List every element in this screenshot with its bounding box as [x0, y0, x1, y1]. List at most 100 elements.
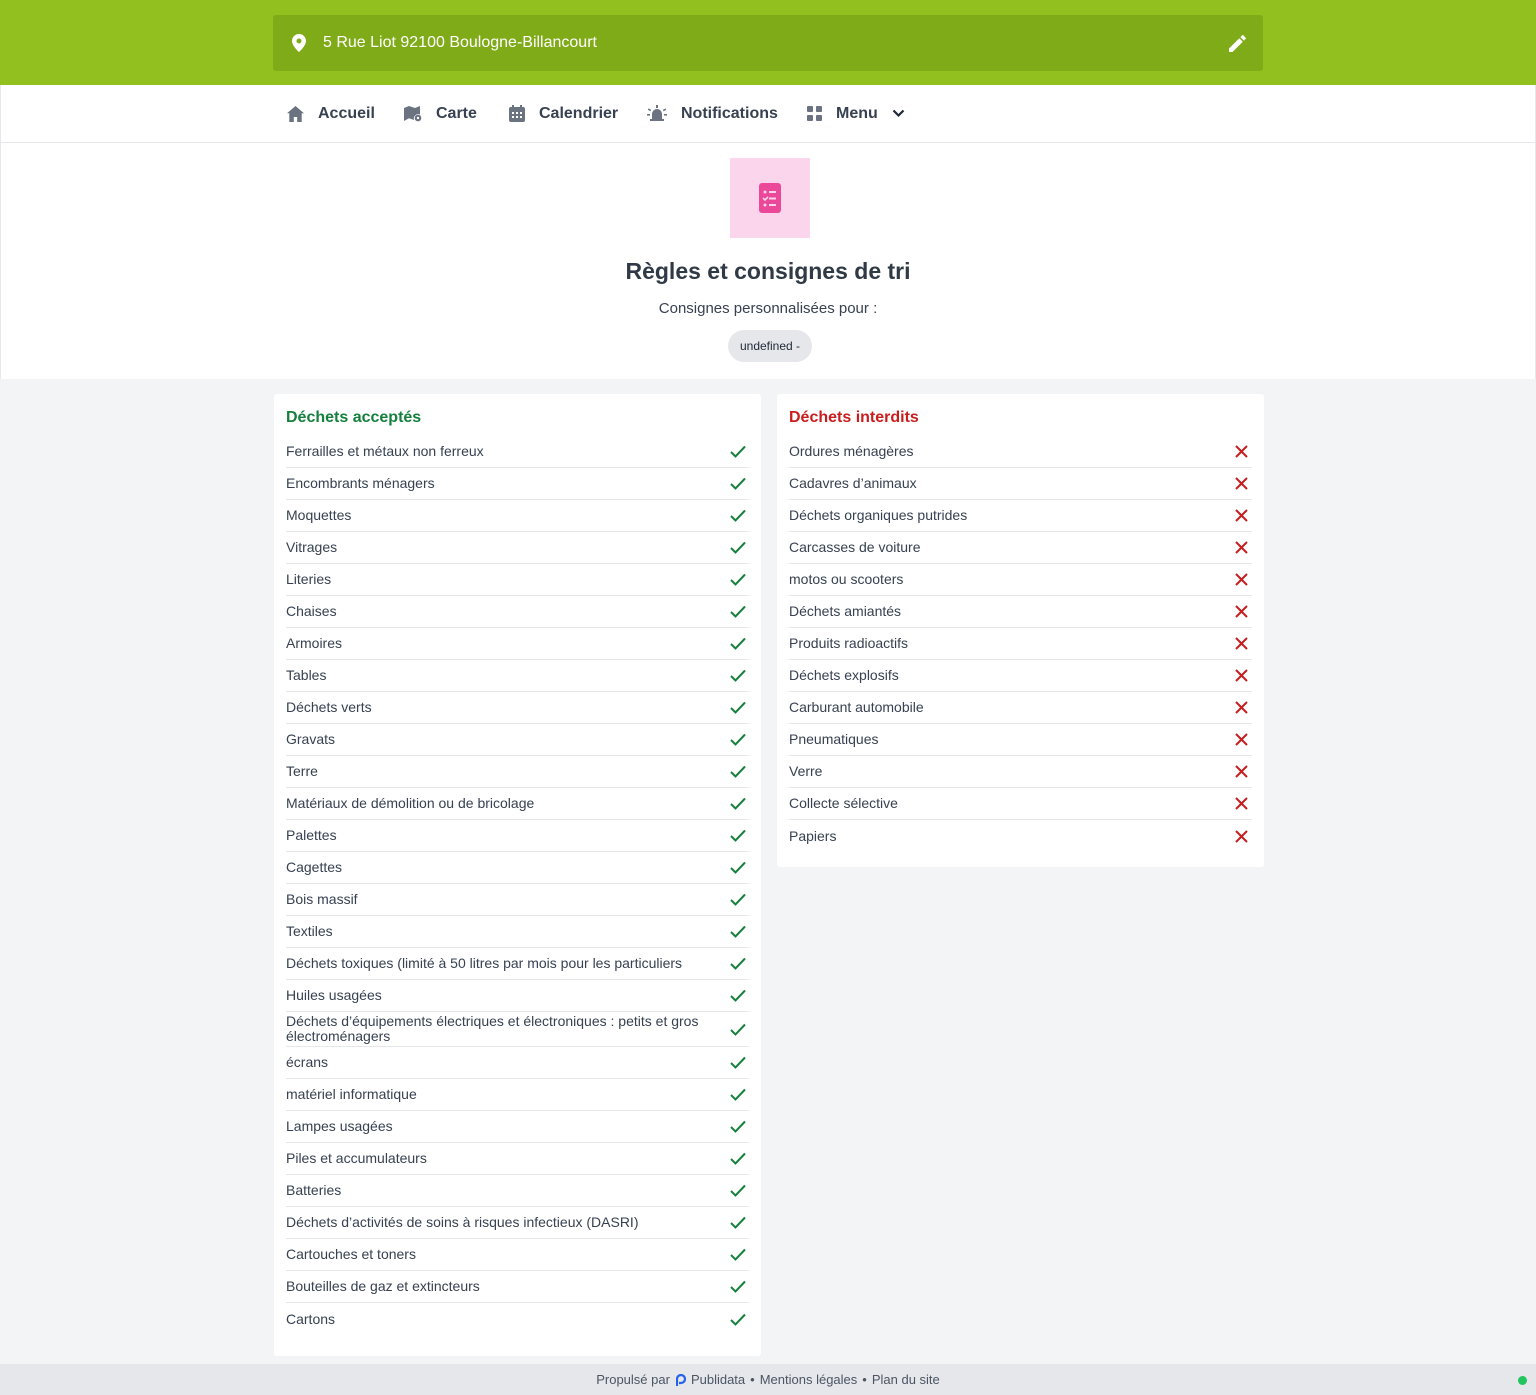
cross-icon [1232, 827, 1250, 845]
cross-icon [1232, 603, 1250, 621]
accepted-item: écrans [286, 1047, 749, 1079]
accepted-item: Lampes usagées [286, 1111, 749, 1143]
forbidden-item: motos ou scooters [789, 564, 1252, 596]
item-label: Chaises [286, 603, 337, 619]
chevron-down-icon [892, 109, 905, 118]
item-label: Déchets toxiques (limité à 50 litres par… [286, 955, 683, 971]
accepted-item: Déchets d’activités de soins à risques i… [286, 1207, 749, 1239]
calendar-icon [509, 105, 525, 122]
nav-item-accueil[interactable]: Accueil [287, 85, 375, 142]
checkmark-icon [729, 1278, 747, 1296]
main-nav: Accueil Carte Calendrier Notifications M… [0, 85, 1536, 143]
item-label: Cartons [286, 1310, 336, 1327]
checkmark-icon [729, 795, 747, 813]
pencil-icon[interactable] [1227, 33, 1247, 53]
checkmark-icon [729, 635, 747, 653]
item-label: Ferrailles et métaux non ferreux [286, 443, 484, 459]
item-label: Armoires [286, 635, 343, 651]
item-label: matériel informatique [286, 1086, 417, 1102]
checkmark-icon [729, 763, 747, 781]
forbidden-item: Carcasses de voiture [789, 532, 1252, 564]
accepted-item: Textiles [286, 916, 749, 948]
item-label: Encombrants ménagers [286, 475, 435, 491]
cross-icon [1232, 699, 1250, 717]
cross-icon [1232, 507, 1250, 525]
accepted-item: Déchets toxiques (limité à 50 litres par… [286, 948, 749, 980]
alarm-bell-icon [647, 104, 667, 121]
checklist-icon [730, 158, 810, 238]
cross-icon [1232, 539, 1250, 557]
powered-by-text: Propulsé par [596, 1372, 670, 1387]
forbidden-waste-card: Déchets interdits Ordures ménagères Cadav… [777, 394, 1264, 867]
map-icon [404, 106, 422, 122]
checkmark-icon [729, 1310, 747, 1328]
map-pin-icon [290, 34, 308, 52]
accepted-item: Déchets d’équipements électriques et éle… [286, 1012, 749, 1047]
item-label: Matériaux de démolition ou de bricolage [286, 795, 535, 811]
checkmark-icon [729, 1118, 747, 1136]
item-label: Ordures ménagères [789, 443, 914, 459]
accepted-item: Cartouches et toners [286, 1239, 749, 1271]
item-label: Carburant automobile [789, 699, 924, 715]
accepted-item: Palettes [286, 820, 749, 852]
cross-icon [1232, 571, 1250, 589]
nav-label-calendrier: Calendrier [539, 104, 619, 122]
item-label: Cartouches et toners [286, 1246, 416, 1262]
nav-item-carte[interactable]: Carte [404, 85, 477, 142]
nav-item-calendrier[interactable]: Calendrier [509, 85, 618, 142]
forbidden-item: Produits radioactifs [789, 628, 1252, 660]
forbidden-item: Carburant automobile [789, 692, 1252, 724]
footer: Propulsé par Publidata • Mentions légale… [0, 1364, 1536, 1395]
accepted-item: Cagettes [286, 852, 749, 884]
accepted-item: Piles et accumulateurs [286, 1143, 749, 1175]
cross-icon [1232, 635, 1250, 653]
item-label: Moquettes [286, 507, 352, 523]
item-label: Déchets explosifs [789, 667, 899, 683]
accepted-item: Moquettes [286, 500, 749, 532]
nav-item-notifications[interactable]: Notifications [647, 85, 778, 142]
home-icon [287, 105, 304, 122]
item-label: écrans [286, 1054, 329, 1070]
checkmark-icon [729, 1086, 747, 1104]
checkmark-icon [729, 699, 747, 717]
checkmark-icon [729, 667, 747, 685]
forbidden-item: Cadavres d’animaux [789, 468, 1252, 500]
forbidden-item: Déchets amiantés [789, 596, 1252, 628]
checkmark-icon [729, 1020, 747, 1038]
item-label: Gravats [286, 731, 336, 747]
forbidden-item: Collecte sélective [789, 788, 1252, 820]
grid-icon [807, 106, 822, 121]
sitemap-link[interactable]: Plan du site [872, 1372, 940, 1387]
top-bar: 5 Rue Liot 92100 Boulogne-Billancourt [0, 0, 1536, 85]
nav-item-menu[interactable]: Menu [807, 85, 905, 142]
item-label: Cadavres d’animaux [789, 475, 917, 491]
nav-label-menu: Menu [836, 104, 878, 122]
address-text: 5 Rue Liot 92100 Boulogne-Billancourt [323, 34, 597, 51]
forbidden-item: Ordures ménagères [789, 436, 1252, 468]
item-label: Terre [286, 763, 318, 779]
accepted-waste-title: Déchets acceptés [286, 409, 422, 426]
nav-label-notifications: Notifications [681, 104, 778, 122]
checkmark-icon [729, 923, 747, 941]
legal-link[interactable]: Mentions légales [760, 1372, 858, 1387]
item-label: Collecte sélective [789, 795, 898, 811]
checkmark-icon [729, 443, 747, 461]
item-label: Déchets verts [286, 699, 372, 715]
address-bar[interactable]: 5 Rue Liot 92100 Boulogne-Billancourt [273, 15, 1263, 71]
publidata-link[interactable]: Publidata [675, 1372, 745, 1387]
forbidden-item: Pneumatiques [789, 724, 1252, 756]
publidata-logo-icon [675, 1373, 686, 1386]
checkmark-icon [729, 475, 747, 493]
accepted-item: Terre [286, 756, 749, 788]
item-label: Lampes usagées [286, 1118, 393, 1134]
forbidden-item: Papiers [789, 820, 1252, 852]
forbidden-item: Déchets explosifs [789, 660, 1252, 692]
accepted-item: Ferrailles et métaux non ferreux [286, 436, 749, 468]
cross-icon [1232, 667, 1250, 685]
accepted-item: Bouteilles de gaz et extincteurs [286, 1271, 749, 1303]
checkmark-icon [729, 731, 747, 749]
nav-label-carte: Carte [436, 104, 477, 122]
page-title: Règles et consignes de tri [625, 258, 911, 284]
cross-icon [1232, 731, 1250, 749]
accepted-item: Déchets verts [286, 692, 749, 724]
